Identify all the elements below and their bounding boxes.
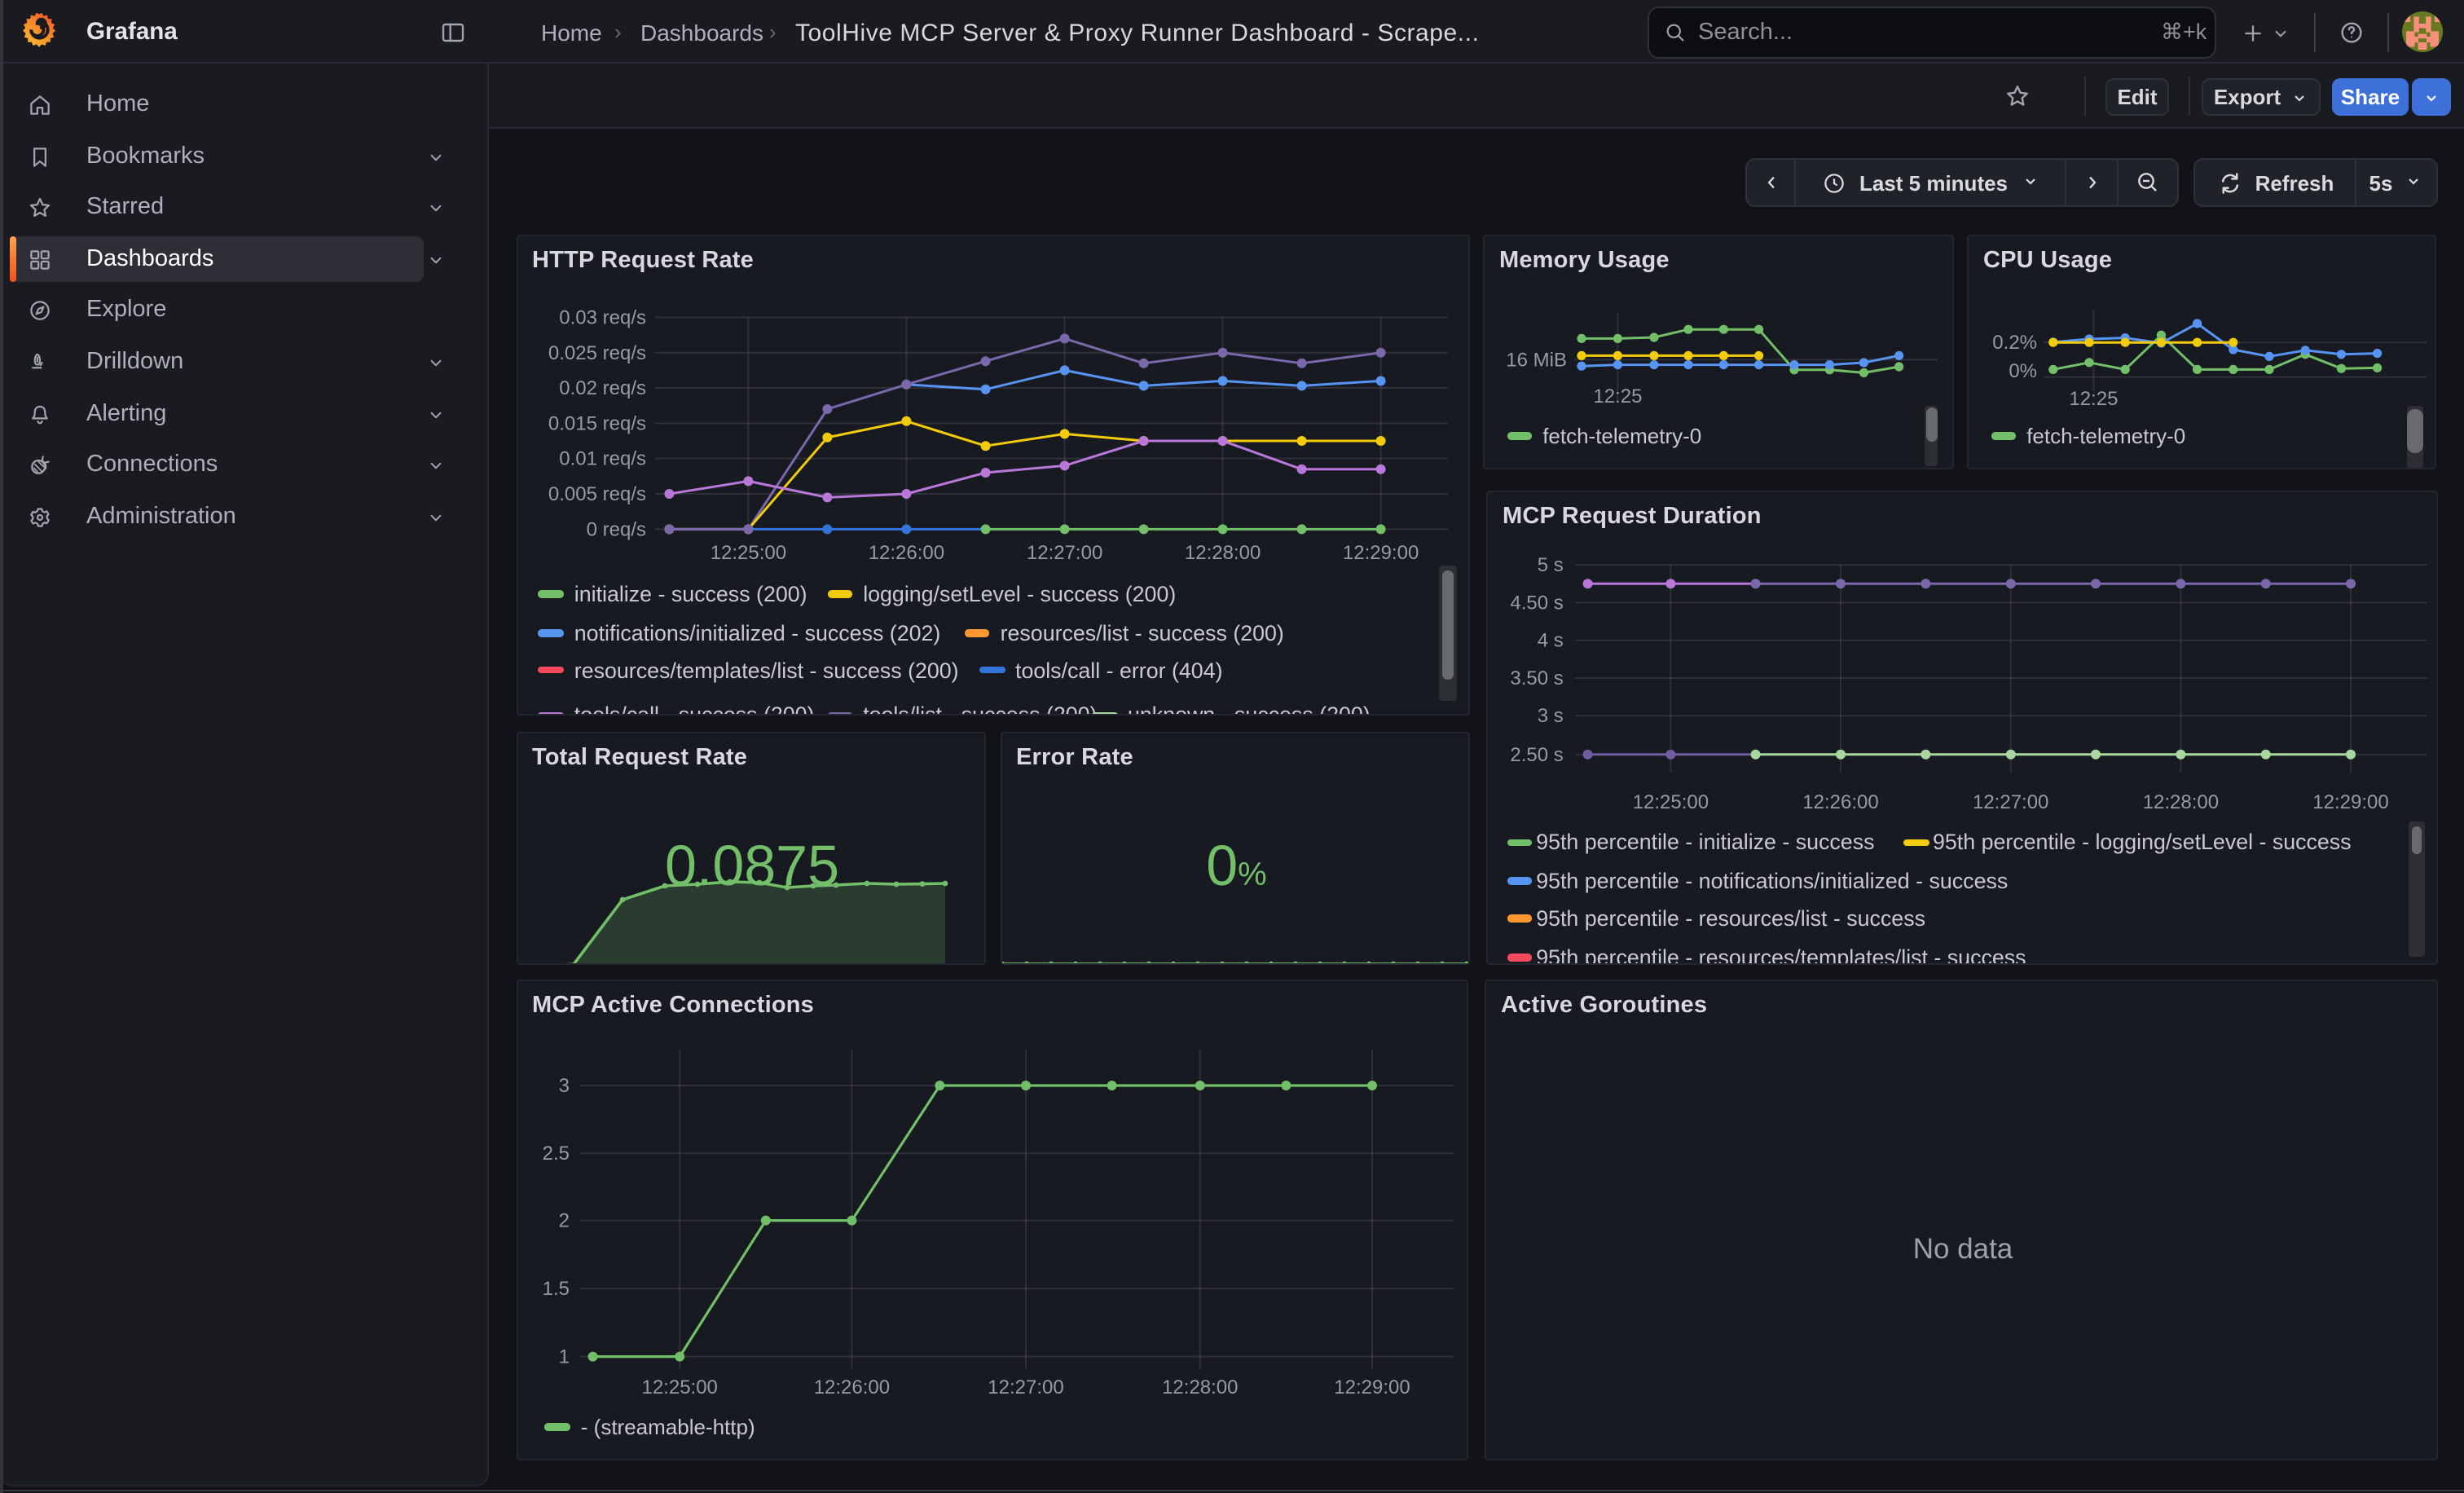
svg-text:12:25:00: 12:25:00 (1633, 791, 1709, 813)
svg-text:12:27:00: 12:27:00 (1973, 791, 2048, 813)
svg-text:1.5: 1.5 (542, 1277, 569, 1299)
svg-text:0.03 req/s: 0.03 req/s (558, 306, 645, 328)
svg-text:3 s: 3 s (1538, 704, 1564, 726)
svg-text:12:26:00: 12:26:00 (868, 541, 944, 563)
svg-text:12:29:00: 12:29:00 (2312, 791, 2388, 813)
svg-text:12:28:00: 12:28:00 (2143, 791, 2219, 813)
svg-text:0.01 req/s: 0.01 req/s (558, 447, 645, 469)
svg-text:4 s: 4 s (1538, 629, 1564, 651)
svg-text:12:29:00: 12:29:00 (1333, 1376, 1409, 1398)
svg-text:1: 1 (558, 1345, 569, 1367)
svg-text:5 s: 5 s (1538, 553, 1564, 575)
svg-text:12:26:00: 12:26:00 (1802, 791, 1878, 813)
svg-text:4.50 s: 4.50 s (1510, 592, 1563, 614)
svg-text:2.5: 2.5 (542, 1142, 569, 1164)
svg-text:12:29:00: 12:29:00 (1342, 541, 1418, 563)
svg-text:0.015 req/s: 0.015 req/s (548, 412, 645, 434)
svg-text:12:27:00: 12:27:00 (987, 1376, 1063, 1398)
svg-text:12:26:00: 12:26:00 (813, 1376, 889, 1398)
svg-text:16 MiB: 16 MiB (1506, 348, 1567, 370)
svg-text:2.50 s: 2.50 s (1510, 743, 1563, 765)
svg-text:0.025 req/s: 0.025 req/s (548, 341, 645, 363)
svg-text:3.50 s: 3.50 s (1510, 667, 1563, 689)
svg-text:12:28:00: 12:28:00 (1161, 1376, 1237, 1398)
svg-text:0.005 req/s: 0.005 req/s (548, 482, 645, 504)
svg-text:3: 3 (558, 1074, 569, 1096)
svg-text:2: 2 (558, 1209, 569, 1231)
svg-text:12:27:00: 12:27:00 (1026, 541, 1102, 563)
svg-text:12:25:00: 12:25:00 (710, 541, 785, 563)
svg-text:12:25: 12:25 (1593, 385, 1642, 407)
svg-text:0%: 0% (2009, 359, 2037, 381)
svg-text:12:25: 12:25 (2069, 387, 2118, 409)
svg-text:12:28:00: 12:28:00 (1184, 541, 1260, 563)
svg-text:0.2%: 0.2% (1992, 331, 2037, 353)
svg-text:0 req/s: 0 req/s (586, 517, 645, 540)
svg-text:12:25:00: 12:25:00 (640, 1376, 716, 1398)
svg-text:0.02 req/s: 0.02 req/s (558, 377, 645, 399)
